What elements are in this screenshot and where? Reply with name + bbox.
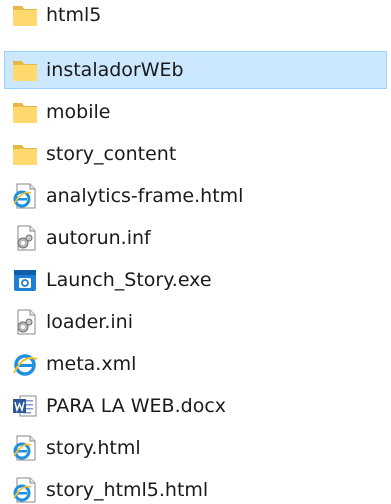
file-row-meta[interactable]: meta.xml xyxy=(4,345,387,383)
file-row-loader[interactable]: loader.ini xyxy=(4,303,387,341)
file-row-para-la-web[interactable]: PARA LA WEB.docx xyxy=(4,387,387,425)
file-name: meta.xml xyxy=(46,353,137,375)
xml-file-icon xyxy=(11,350,39,378)
file-row-story-content[interactable]: story_content xyxy=(4,135,387,173)
file-row-html5[interactable]: html5 xyxy=(4,0,387,34)
file-row-instaladorweb[interactable]: instaladorWEb xyxy=(4,51,387,89)
html-document-icon xyxy=(11,476,39,504)
file-row-launch-story[interactable]: Launch_Story.exe xyxy=(4,261,387,299)
file-list: html5 instaladorWEb mobile story_content xyxy=(0,0,391,504)
folder-icon xyxy=(11,56,39,84)
file-name: story_html5.html xyxy=(46,479,209,501)
application-icon xyxy=(11,266,39,294)
folder-icon xyxy=(11,1,39,29)
folder-icon xyxy=(11,140,39,168)
file-row-story-html5[interactable]: story_html5.html xyxy=(4,471,387,504)
folder-icon xyxy=(11,98,39,126)
word-document-icon xyxy=(11,392,39,420)
file-name: instaladorWEb xyxy=(46,59,184,81)
file-row-analytics-frame[interactable]: analytics-frame.html xyxy=(4,177,387,215)
file-name: loader.ini xyxy=(46,311,134,333)
file-name: story.html xyxy=(46,437,141,459)
file-name: analytics-frame.html xyxy=(46,185,244,207)
file-name: mobile xyxy=(46,101,111,123)
file-name: PARA LA WEB.docx xyxy=(46,395,227,417)
file-name: html5 xyxy=(46,4,102,26)
file-name: story_content xyxy=(46,143,177,165)
file-row-autorun[interactable]: autorun.inf xyxy=(4,219,387,257)
file-name: Launch_Story.exe xyxy=(46,269,212,291)
html-document-icon xyxy=(11,182,39,210)
html-document-icon xyxy=(11,434,39,462)
file-row-story[interactable]: story.html xyxy=(4,429,387,467)
file-name: autorun.inf xyxy=(46,227,151,249)
settings-file-icon xyxy=(11,224,39,252)
settings-file-icon xyxy=(11,308,39,336)
file-row-mobile[interactable]: mobile xyxy=(4,93,387,131)
